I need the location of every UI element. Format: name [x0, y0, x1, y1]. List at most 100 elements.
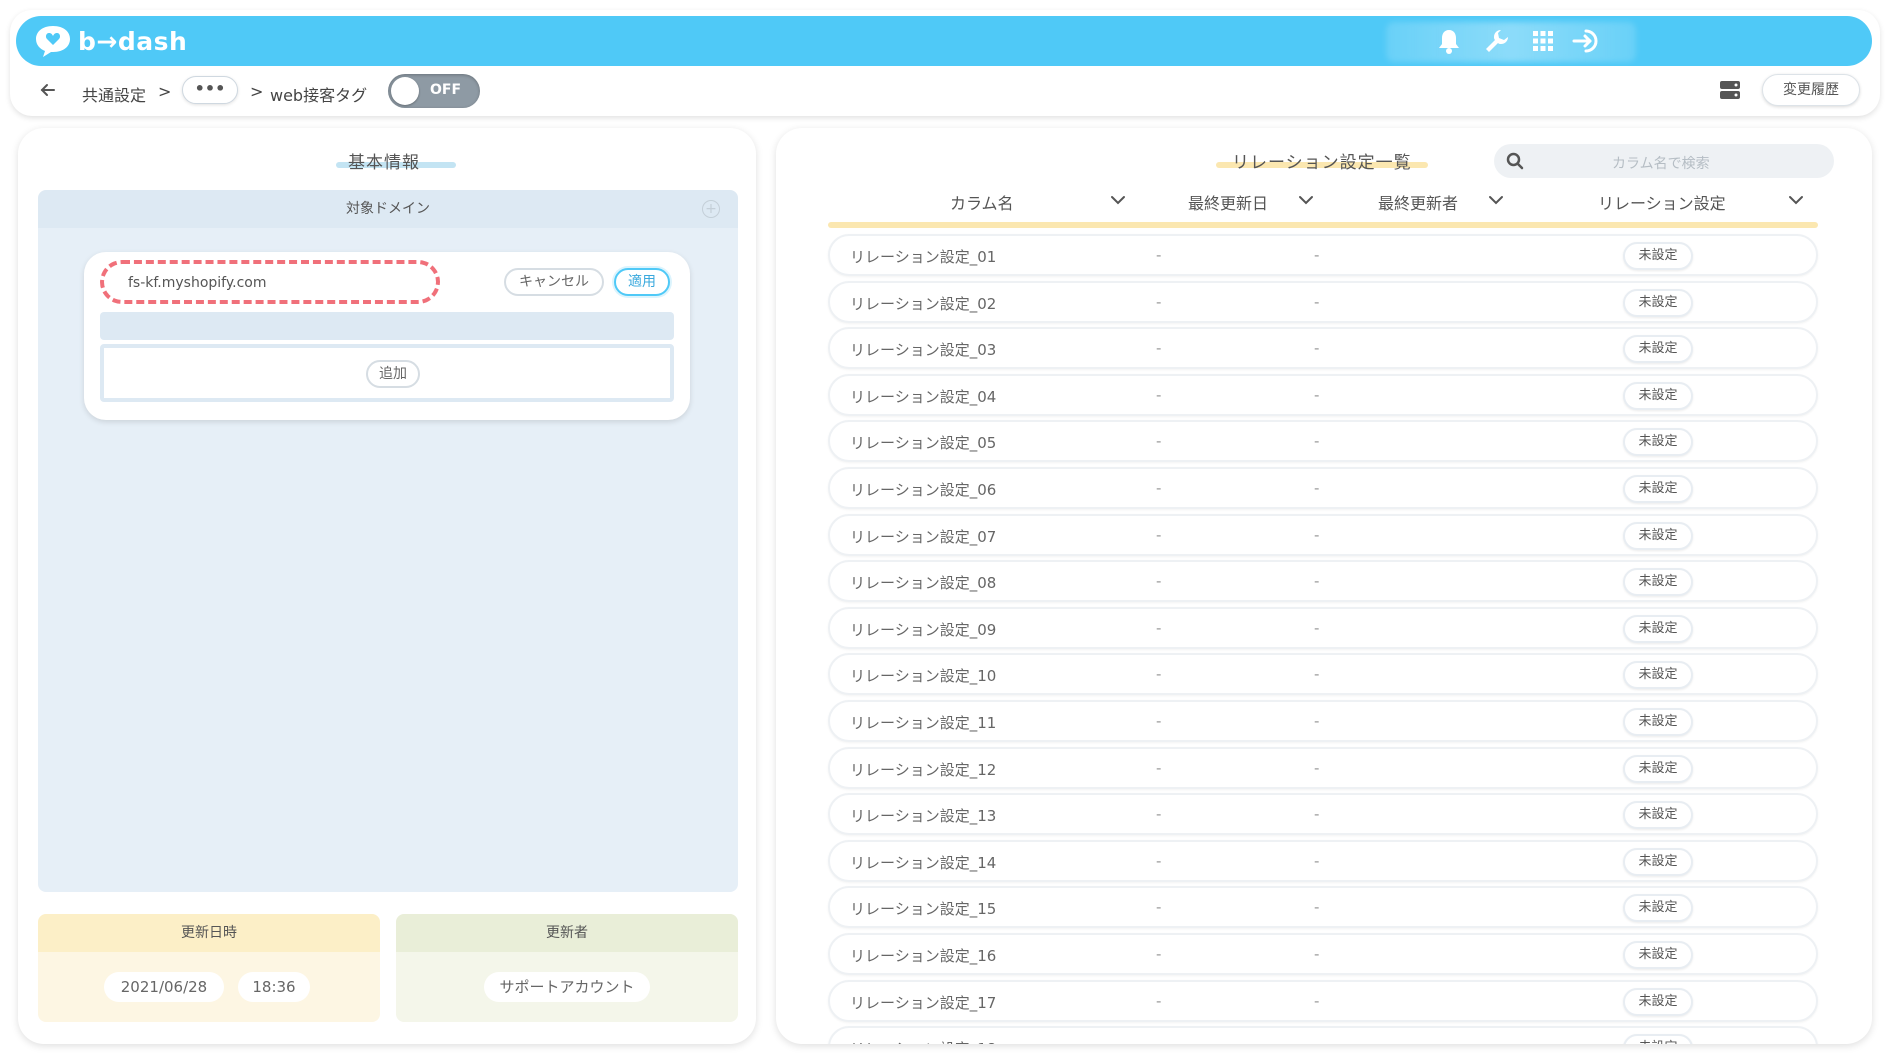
relation-status-button[interactable]: 未設定: [1623, 987, 1693, 1016]
updated-date-chip: 2021/06/28: [104, 972, 224, 1002]
relation-status-button[interactable]: 未設定: [1623, 521, 1693, 550]
table-row[interactable]: リレーション設定_13 - - 未設定: [828, 793, 1818, 836]
last-updated-date: -: [1156, 292, 1162, 311]
last-updated-by: -: [1314, 246, 1320, 264]
last-updated-date: -: [1156, 711, 1162, 730]
relation-status-button[interactable]: 未設定: [1623, 847, 1693, 876]
last-updated-date: -: [1156, 944, 1162, 963]
relation-name: リレーション設定_15: [850, 900, 997, 919]
relation-name: リレーション設定_09: [850, 620, 997, 639]
last-updated-date: -: [1156, 525, 1162, 544]
column-header-updated-by[interactable]: 最終更新者: [1378, 190, 1458, 216]
table-row[interactable]: リレーション設定_18 - - 未設定: [828, 1026, 1818, 1044]
last-updated-by: -: [1314, 898, 1320, 917]
chevron-down-icon[interactable]: [1110, 194, 1126, 206]
logo-text: b→dash: [78, 26, 188, 56]
table-row[interactable]: リレーション設定_11 - - 未設定: [828, 699, 1818, 742]
logout-icon[interactable]: [1572, 26, 1602, 56]
basic-info-title: 基本情報: [348, 153, 420, 173]
table-row[interactable]: リレーション設定_01 - - 未設定: [828, 234, 1818, 276]
table-row[interactable]: リレーション設定_14 - - 未設定: [828, 839, 1818, 882]
breadcrumb-current: web接客タグ: [270, 86, 368, 105]
top-nav-bar: b→dash: [16, 16, 1872, 66]
column-header-updated-date[interactable]: 最終更新日: [1188, 190, 1268, 216]
apply-button[interactable]: 適用: [614, 268, 670, 296]
table-row[interactable]: リレーション設定_07 - - 未設定: [828, 513, 1818, 556]
relation-status-button[interactable]: 未設定: [1623, 335, 1693, 364]
layout-icon[interactable]: [1718, 78, 1742, 102]
table-row[interactable]: リレーション設定_04 - - 未設定: [828, 373, 1818, 416]
last-updated-by: -: [1314, 805, 1320, 824]
relation-name: リレーション設定_07: [850, 527, 997, 546]
relation-status-button[interactable]: 未設定: [1623, 428, 1693, 457]
relation-name: リレーション設定_02: [850, 294, 997, 313]
last-updated-by: -: [1314, 665, 1320, 684]
table-row[interactable]: リレーション設定_02 - - 未設定: [828, 280, 1818, 323]
breadcrumb-separator: >: [250, 82, 264, 101]
last-updated-by: -: [1314, 292, 1320, 311]
chevron-down-icon[interactable]: [1488, 194, 1504, 206]
last-updated-date: -: [1156, 758, 1162, 777]
last-updated-by: -: [1314, 991, 1320, 1010]
table-row[interactable]: リレーション設定_10 - - 未設定: [828, 653, 1818, 696]
table-row[interactable]: リレーション設定_16 - - 未設定: [828, 932, 1818, 975]
bell-icon[interactable]: [1434, 26, 1464, 56]
column-header-name[interactable]: カラム名: [950, 190, 1014, 216]
sub-toolbar: 共通設定 > ••• > web接客タグ OFF 変更履歴: [10, 72, 1870, 112]
relation-status-button[interactable]: 未設定: [1623, 381, 1693, 410]
relation-status-button[interactable]: 未設定: [1623, 242, 1693, 270]
add-button[interactable]: 追加: [366, 360, 420, 388]
basic-info-panel: 基本情報 対象ドメイン + fs-kf.myshopify.com キャンセル …: [18, 128, 756, 1044]
domain-input[interactable]: fs-kf.myshopify.com: [100, 260, 440, 304]
relation-status-button[interactable]: 未設定: [1623, 568, 1693, 597]
last-updated-date: -: [1156, 246, 1162, 264]
domain-section-header: 対象ドメイン +: [38, 190, 738, 228]
wrench-icon[interactable]: [1482, 26, 1512, 56]
back-arrow-icon[interactable]: [38, 80, 58, 100]
table-row[interactable]: リレーション設定_12 - - 未設定: [828, 746, 1818, 789]
relation-status-button[interactable]: 未設定: [1623, 801, 1693, 830]
relation-status-button[interactable]: 未設定: [1623, 707, 1693, 736]
last-updated-date: -: [1156, 339, 1162, 358]
toggle-label: OFF: [430, 82, 462, 98]
tag-enable-toggle[interactable]: OFF: [388, 74, 480, 108]
table-row[interactable]: リレーション設定_15 - - 未設定: [828, 886, 1818, 929]
relation-status-button[interactable]: 未設定: [1623, 614, 1693, 643]
relation-name: リレーション設定_04: [850, 387, 997, 406]
add-domain-icon[interactable]: +: [702, 200, 720, 218]
grid-icon[interactable]: [1528, 26, 1558, 56]
relation-status-button[interactable]: 未設定: [1623, 940, 1693, 969]
relation-name: リレーション設定_14: [850, 853, 997, 872]
table-row[interactable]: リレーション設定_03 - - 未設定: [828, 327, 1818, 370]
table-row[interactable]: リレーション設定_08 - - 未設定: [828, 560, 1818, 603]
table-row[interactable]: リレーション設定_06 - - 未設定: [828, 466, 1818, 509]
relation-status-button[interactable]: 未設定: [1623, 894, 1693, 923]
relation-status-button[interactable]: 未設定: [1623, 754, 1693, 783]
search-icon: [1506, 152, 1524, 170]
relation-name: リレーション設定_17: [850, 993, 997, 1012]
table-row[interactable]: リレーション設定_09 - - 未設定: [828, 606, 1818, 649]
relation-status-button[interactable]: 未設定: [1623, 474, 1693, 503]
chevron-down-icon[interactable]: [1298, 194, 1314, 206]
last-updated-date: -: [1156, 432, 1162, 451]
relation-name: リレーション設定_06: [850, 480, 997, 499]
logo[interactable]: b→dash: [34, 24, 187, 58]
relation-list-title: リレーション設定一覧: [1232, 153, 1412, 173]
table-row[interactable]: リレーション設定_05 - - 未設定: [828, 420, 1818, 463]
table-header-underline: [828, 222, 1818, 228]
relation-status-button[interactable]: 未設定: [1623, 288, 1693, 317]
relation-name: リレーション設定_16: [850, 946, 997, 965]
column-header-relation[interactable]: リレーション設定: [1598, 190, 1726, 216]
chevron-down-icon[interactable]: [1788, 194, 1804, 206]
column-search-input[interactable]: カラム名で検索: [1494, 144, 1834, 178]
table-row[interactable]: リレーション設定_17 - - 未設定: [828, 979, 1818, 1022]
change-history-button[interactable]: 変更履歴: [1762, 74, 1860, 106]
relation-name: リレーション設定_11: [850, 713, 997, 732]
last-updated-by: -: [1314, 525, 1320, 544]
relation-status-button[interactable]: 未設定: [1623, 661, 1693, 690]
cancel-button[interactable]: キャンセル: [504, 268, 604, 296]
relation-status-button[interactable]: 未設定: [1623, 1034, 1693, 1044]
breadcrumb-more-button[interactable]: •••: [182, 76, 238, 104]
breadcrumb-root[interactable]: 共通設定: [82, 82, 146, 106]
last-updated-by: -: [1314, 711, 1320, 730]
